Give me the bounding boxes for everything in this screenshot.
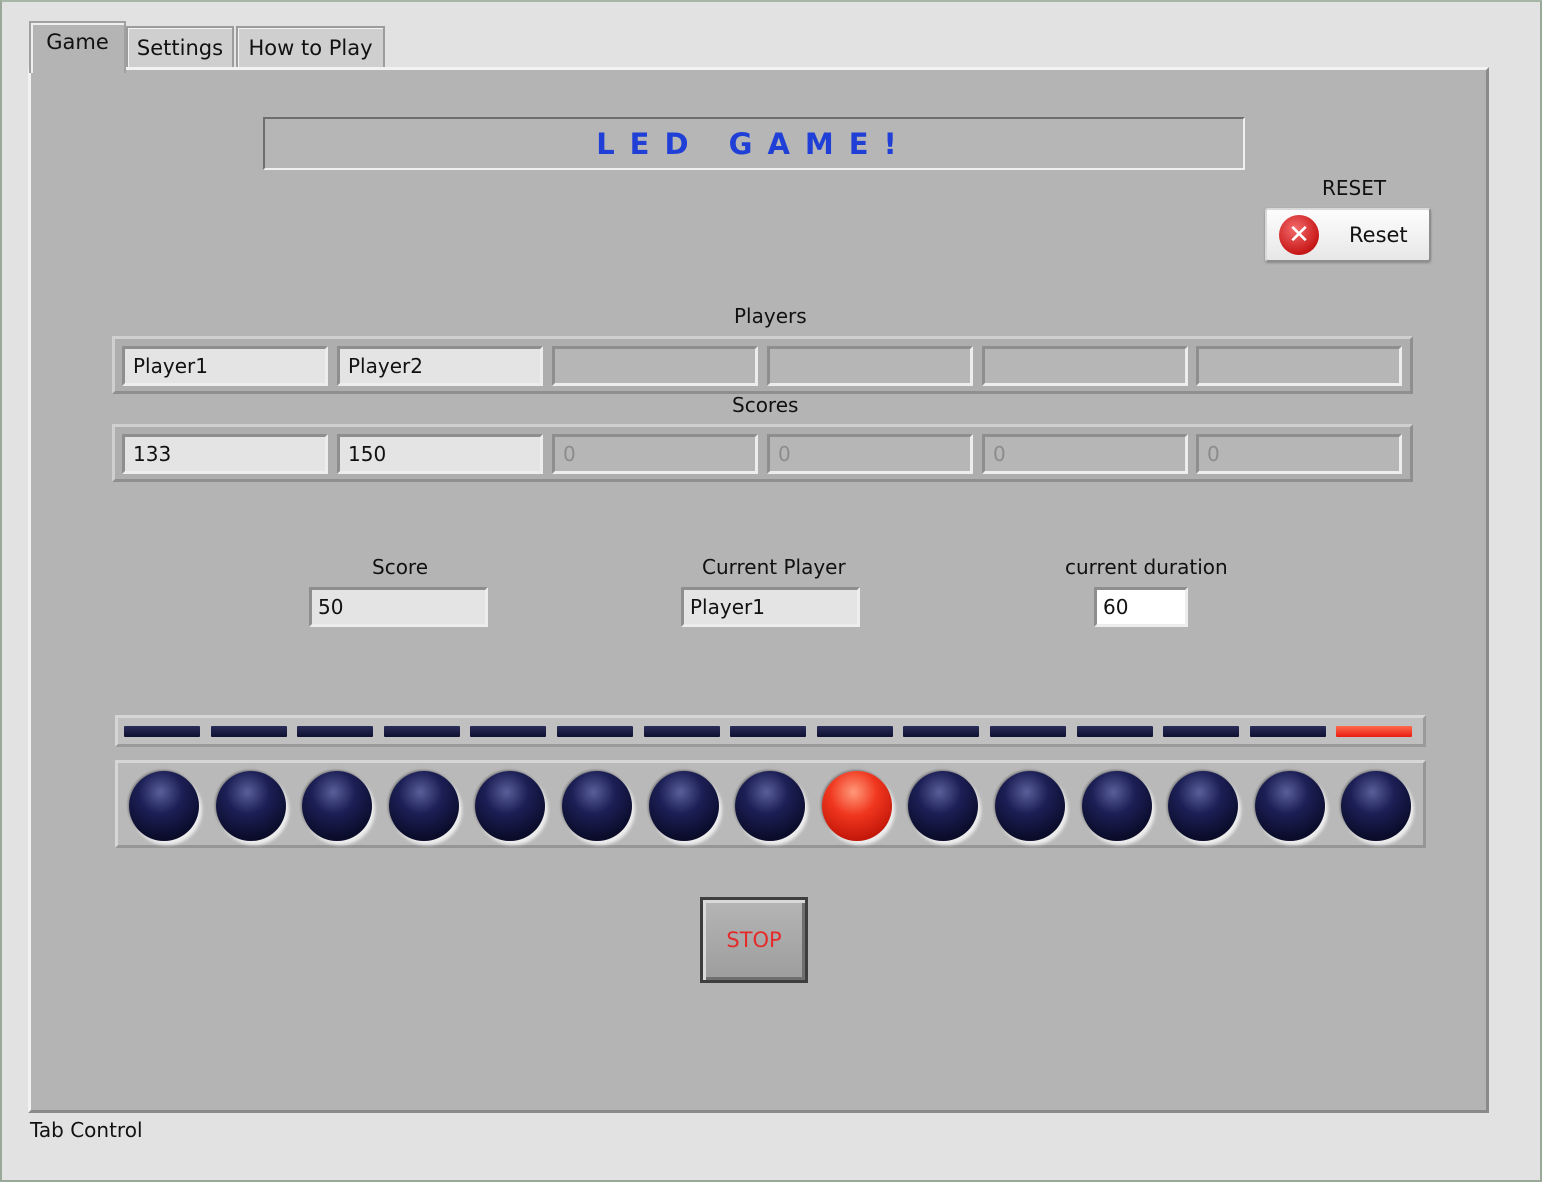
current-player-label: Current Player: [702, 555, 846, 579]
stop-button[interactable]: STOP: [700, 897, 808, 983]
tab-how-to-play-label: How to Play: [248, 36, 373, 60]
score-cell[interactable]: 150: [337, 434, 543, 474]
indicator-segment: [383, 726, 460, 737]
indicator-segment: [210, 726, 287, 737]
player-cell[interactable]: Player1: [122, 346, 328, 386]
indicator-segment: [557, 726, 633, 737]
players-caption: Players: [734, 304, 807, 328]
score-cell[interactable]: 0: [767, 434, 973, 474]
player-cell[interactable]: [982, 346, 1188, 386]
indicator-segment: [1336, 726, 1413, 737]
led-light: [562, 771, 632, 841]
close-icon: ✕: [1279, 215, 1319, 255]
indicator-segment: [903, 726, 980, 737]
scores-array: 133 150 0 0 0 0: [112, 424, 1413, 482]
indicator-segment: [643, 726, 720, 737]
player-cell[interactable]: [552, 346, 758, 386]
led-row: [115, 760, 1426, 848]
current-duration-field[interactable]: 60: [1094, 587, 1188, 627]
led-light: [388, 771, 459, 841]
reset-caption: RESET: [1322, 176, 1387, 200]
indicator-segment: [470, 726, 547, 737]
tab-settings[interactable]: Settings: [126, 26, 234, 68]
indicator-bar: [115, 715, 1426, 747]
score-cell[interactable]: 0: [982, 434, 1188, 474]
led-light: [1254, 771, 1325, 841]
current-player-field: Player1: [681, 587, 860, 627]
reset-button-label: Reset: [1349, 223, 1408, 247]
indicator-segment: [730, 726, 807, 737]
indicator-segment: [1163, 726, 1240, 737]
led-light: [908, 771, 979, 841]
tab-settings-label: Settings: [136, 36, 224, 60]
scores-caption: Scores: [732, 393, 799, 417]
led-light: [302, 771, 373, 841]
indicator-segment: [816, 726, 893, 737]
score-cell[interactable]: 133: [122, 434, 328, 474]
led-light: [735, 771, 806, 841]
led-light: [648, 771, 719, 841]
indicator-segment: [124, 726, 200, 737]
score-cell[interactable]: 0: [1196, 434, 1402, 474]
indicator-segment: [1076, 726, 1153, 737]
player-cell[interactable]: [1196, 346, 1402, 386]
led-light: [1341, 771, 1412, 841]
indicator-segment: [990, 726, 1066, 737]
led-light: [475, 771, 546, 841]
led-light: [995, 771, 1065, 841]
reset-button[interactable]: ✕ Reset: [1265, 208, 1431, 262]
led-light: [821, 771, 892, 841]
indicator-segment: [297, 726, 374, 737]
tab-how-to-play[interactable]: How to Play: [236, 26, 385, 68]
tab-control-label: Tab Control: [30, 1118, 143, 1142]
player-cell[interactable]: [767, 346, 973, 386]
score-cell[interactable]: 0: [552, 434, 758, 474]
led-light: [129, 771, 199, 841]
indicator-segment: [1249, 726, 1326, 737]
player-cell[interactable]: Player2: [337, 346, 543, 386]
score-label: Score: [372, 555, 429, 579]
score-field: 50: [309, 587, 488, 627]
tab-game[interactable]: Game: [29, 21, 126, 73]
players-array: Player1 Player2: [112, 336, 1413, 394]
current-duration-label: current duration: [1065, 555, 1228, 579]
led-light: [1081, 771, 1152, 841]
led-light: [1168, 771, 1239, 841]
game-title: LED GAME!: [263, 117, 1245, 170]
tab-game-label: Game: [46, 30, 109, 54]
led-light: [215, 771, 286, 841]
